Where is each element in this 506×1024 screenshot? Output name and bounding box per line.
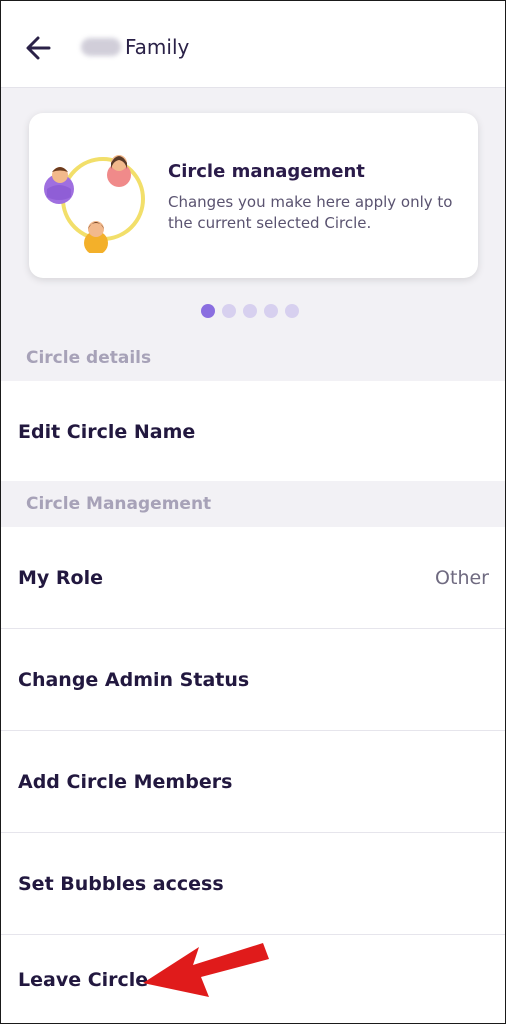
app-header: Family <box>1 1 505 88</box>
carousel-dot[interactable] <box>201 304 215 318</box>
redacted-name <box>81 38 121 56</box>
add-circle-members-row[interactable]: Add Circle Members <box>1 731 505 833</box>
edit-circle-name-row[interactable]: Edit Circle Name <box>1 381 505 483</box>
circle-management-card[interactable]: Circle management Changes you make here … <box>29 113 478 278</box>
row-label: Change Admin Status <box>18 668 250 691</box>
my-role-row[interactable]: My Role Other <box>1 527 505 629</box>
back-button[interactable] <box>23 33 55 63</box>
row-label: Add Circle Members <box>18 770 233 793</box>
arrow-left-icon <box>26 36 51 60</box>
red-arrow-annotation <box>143 943 269 997</box>
three-people-circle-illustration <box>44 155 145 253</box>
change-admin-status-row[interactable]: Change Admin Status <box>1 629 505 731</box>
card-description: Changes you make here apply only to the … <box>168 193 453 232</box>
row-label: My Role <box>18 566 103 589</box>
card-title: Circle management <box>168 161 365 182</box>
page-title: Family <box>125 35 190 59</box>
row-label: Edit Circle Name <box>18 420 196 443</box>
carousel-indicator <box>201 304 299 318</box>
circle-title[interactable]: Family <box>81 35 189 59</box>
row-label: Leave Circle <box>18 969 149 991</box>
screen: Family Circle management Changes you mak… <box>0 0 506 1024</box>
carousel-dot[interactable] <box>285 304 299 318</box>
set-bubbles-access-row[interactable]: Set Bubbles access <box>1 833 505 935</box>
carousel-dot[interactable] <box>264 304 278 318</box>
row-label: Set Bubbles access <box>18 872 224 895</box>
carousel-dot[interactable] <box>222 304 236 318</box>
my-role-value: Other <box>435 566 489 589</box>
section-header-circle-management: Circle Management <box>1 481 505 527</box>
section-header-circle-details: Circle details <box>1 335 505 381</box>
carousel-dot[interactable] <box>243 304 257 318</box>
